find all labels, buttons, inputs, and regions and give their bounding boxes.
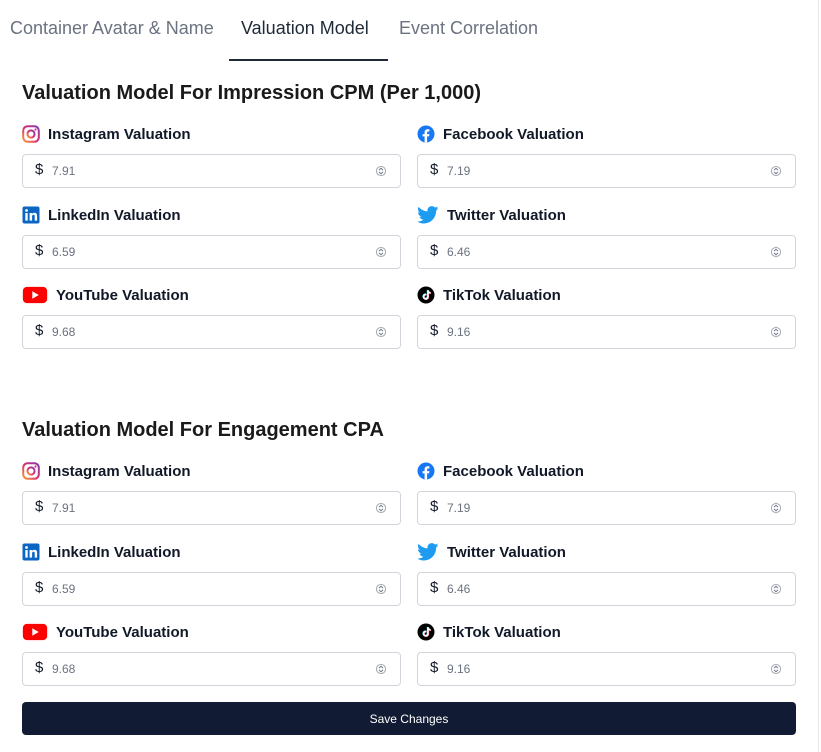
field-label-facebook: Facebook Valuation [417, 125, 584, 143]
instagram-valuation-input[interactable] [52, 159, 372, 183]
instagram-valuation-input-group: $ [22, 491, 401, 525]
facebook-valuation-input-group: $ [417, 491, 796, 525]
tiktok-icon [417, 623, 435, 641]
tab-event-correlation[interactable]: Event Correlation [399, 18, 538, 39]
number-stepper-icon[interactable] [771, 325, 781, 339]
field-label-text: YouTube Valuation [56, 286, 189, 304]
field-label-text: Instagram Valuation [48, 125, 191, 143]
twitter-valuation-input[interactable] [447, 240, 767, 264]
linkedin-valuation-input-group: $ [22, 572, 401, 606]
dollar-sign: $ [430, 498, 439, 515]
field-label-tiktok: TikTok Valuation [417, 286, 561, 304]
section-title-engagement-cpa: Valuation Model For Engagement CPA [22, 419, 384, 441]
youtube-valuation-input-group: $ [22, 652, 401, 686]
tiktok-valuation-input-group: $ [417, 652, 796, 686]
facebook-valuation-input[interactable] [447, 496, 767, 520]
instagram-icon [22, 462, 40, 480]
dollar-sign: $ [35, 498, 44, 515]
facebook-icon [417, 462, 435, 480]
tiktok-valuation-input[interactable] [447, 320, 767, 344]
dollar-sign: $ [35, 322, 44, 339]
field-label-instagram: Instagram Valuation [22, 125, 191, 143]
tiktok-icon [417, 286, 435, 304]
field-label-text: TikTok Valuation [443, 623, 561, 641]
instagram-icon [22, 125, 40, 143]
dollar-sign: $ [35, 161, 44, 178]
field-label-twitter: Twitter Valuation [417, 543, 566, 561]
field-label-text: LinkedIn Valuation [48, 206, 181, 224]
youtube-valuation-input-group: $ [22, 315, 401, 349]
facebook-icon [417, 125, 435, 143]
dollar-sign: $ [35, 579, 44, 596]
dollar-sign: $ [430, 161, 439, 178]
field-label-text: Instagram Valuation [48, 462, 191, 480]
tab-bar: Container Avatar & Name Valuation Model … [0, 0, 819, 62]
number-stepper-icon[interactable] [376, 582, 386, 596]
field-label-youtube: YouTube Valuation [22, 286, 189, 304]
number-stepper-icon[interactable] [376, 164, 386, 178]
youtube-valuation-input[interactable] [52, 320, 372, 344]
save-changes-button[interactable]: Save Changes [22, 702, 796, 735]
linkedin-valuation-input[interactable] [52, 240, 372, 264]
field-label-text: Twitter Valuation [447, 543, 566, 561]
tab-container-avatar-name[interactable]: Container Avatar & Name [10, 18, 214, 39]
youtube-icon [22, 286, 48, 304]
facebook-valuation-input-group: $ [417, 154, 796, 188]
field-label-text: Facebook Valuation [443, 125, 584, 143]
field-label-instagram: Instagram Valuation [22, 462, 191, 480]
dollar-sign: $ [430, 242, 439, 259]
twitter-valuation-input-group: $ [417, 572, 796, 606]
field-label-linkedin: LinkedIn Valuation [22, 206, 181, 224]
section-title-impression-cpm: Valuation Model For Impression CPM (Per … [22, 82, 481, 104]
number-stepper-icon[interactable] [376, 662, 386, 676]
dollar-sign: $ [430, 579, 439, 596]
active-tab-indicator [229, 59, 388, 61]
field-label-linkedin: LinkedIn Valuation [22, 543, 181, 561]
linkedin-valuation-input[interactable] [52, 577, 372, 601]
instagram-valuation-input-group: $ [22, 154, 401, 188]
tab-valuation-model[interactable]: Valuation Model [241, 18, 369, 39]
twitter-icon [417, 206, 439, 224]
field-label-text: LinkedIn Valuation [48, 543, 181, 561]
tiktok-valuation-input[interactable] [447, 657, 767, 681]
dollar-sign: $ [430, 659, 439, 676]
number-stepper-icon[interactable] [376, 501, 386, 515]
facebook-valuation-input[interactable] [447, 159, 767, 183]
field-label-text: YouTube Valuation [56, 623, 189, 641]
linkedin-valuation-input-group: $ [22, 235, 401, 269]
settings-panel: Container Avatar & Name Valuation Model … [0, 0, 819, 752]
number-stepper-icon[interactable] [771, 245, 781, 259]
number-stepper-icon[interactable] [771, 662, 781, 676]
youtube-valuation-input[interactable] [52, 657, 372, 681]
tiktok-valuation-input-group: $ [417, 315, 796, 349]
number-stepper-icon[interactable] [771, 164, 781, 178]
twitter-icon [417, 543, 439, 561]
dollar-sign: $ [35, 242, 44, 259]
dollar-sign: $ [35, 659, 44, 676]
field-label-facebook: Facebook Valuation [417, 462, 584, 480]
linkedin-icon [22, 206, 40, 224]
field-label-tiktok: TikTok Valuation [417, 623, 561, 641]
instagram-valuation-input[interactable] [52, 496, 372, 520]
linkedin-icon [22, 543, 40, 561]
number-stepper-icon[interactable] [376, 325, 386, 339]
number-stepper-icon[interactable] [771, 582, 781, 596]
field-label-text: Facebook Valuation [443, 462, 584, 480]
number-stepper-icon[interactable] [376, 245, 386, 259]
twitter-valuation-input[interactable] [447, 577, 767, 601]
dollar-sign: $ [430, 322, 439, 339]
field-label-text: TikTok Valuation [443, 286, 561, 304]
twitter-valuation-input-group: $ [417, 235, 796, 269]
field-label-text: Twitter Valuation [447, 206, 566, 224]
youtube-icon [22, 623, 48, 641]
number-stepper-icon[interactable] [771, 501, 781, 515]
field-label-twitter: Twitter Valuation [417, 206, 566, 224]
field-label-youtube: YouTube Valuation [22, 623, 189, 641]
